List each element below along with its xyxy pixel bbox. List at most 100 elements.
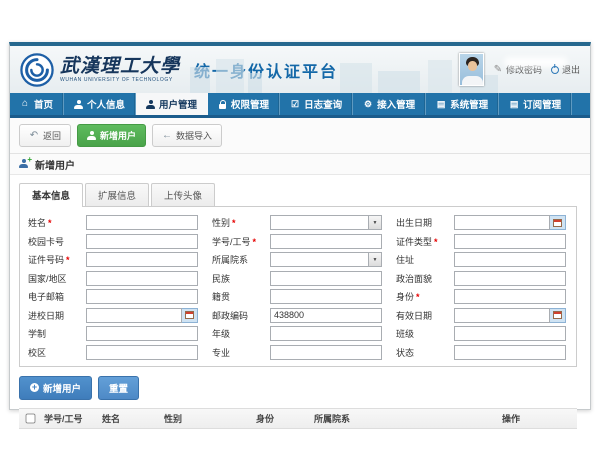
nav-tab[interactable]: 接入管理 (353, 93, 426, 115)
field-input[interactable] (86, 326, 198, 341)
field-input[interactable] (86, 234, 198, 249)
field-label: 身份* (396, 290, 454, 303)
add-user-submit-button[interactable]: 新增用户 (19, 376, 92, 400)
field-input[interactable] (270, 326, 382, 341)
field-input[interactable] (270, 345, 382, 360)
form-field: 邮政编码 (212, 308, 384, 323)
field-input[interactable] (270, 234, 382, 249)
calendar-button[interactable] (550, 215, 566, 230)
book-icon (436, 99, 446, 109)
university-name-en: WUHAN UNIVERSITY OF TECHNOLOGY (60, 78, 180, 83)
field-input[interactable] (454, 326, 566, 341)
nav-tab[interactable]: 个人信息 (64, 93, 136, 115)
back-button[interactable]: 返回 (19, 124, 71, 147)
university-name-block: 武漢理工大學 WUHAN UNIVERSITY OF TECHNOLOGY (60, 57, 180, 83)
university-name-cn: 武漢理工大學 (60, 57, 180, 76)
calendar-button[interactable] (550, 308, 566, 323)
nav-tab[interactable]: 日志查询 (280, 93, 353, 115)
new-user-toolbar-button[interactable]: 新增用户 (77, 124, 146, 147)
page-background: 武漢理工大學 WUHAN UNIVERSITY OF TECHNOLOGY 统一… (0, 0, 600, 450)
field-label: 校区 (28, 346, 86, 359)
field-input[interactable] (270, 271, 382, 286)
nav-tab[interactable]: 用户管理 (136, 93, 208, 115)
user-avatar (459, 53, 484, 86)
dropdown-arrow-icon[interactable] (369, 252, 382, 267)
form-field: 校区 (28, 345, 200, 360)
basic-info-form: 姓名* (28, 215, 568, 360)
field-input[interactable] (86, 345, 198, 360)
panel-title-bar: 新增用户 (10, 154, 590, 175)
field-input[interactable] (86, 289, 198, 304)
field-label: 学制 (28, 327, 86, 340)
nav-tab[interactable]: 权限管理 (208, 93, 280, 115)
form-actions: 新增用户 重置 (19, 376, 581, 400)
field-input[interactable] (454, 308, 550, 323)
required-marker: * (232, 218, 236, 228)
field-label: 电子邮箱 (28, 290, 86, 303)
field-input[interactable] (86, 271, 198, 286)
field-input[interactable] (454, 271, 566, 286)
nav-tab[interactable]: 订阅管理 (499, 93, 572, 115)
calendar-icon (185, 311, 194, 319)
form-tab[interactable]: 基本信息 (19, 183, 83, 207)
field-label: 有效日期 (396, 309, 454, 322)
form-field: 电子邮箱 (28, 289, 200, 304)
table-column-header: 姓名 (99, 412, 161, 425)
field-label: 民族 (212, 272, 270, 285)
form-tab[interactable]: 上传头像 (151, 183, 215, 206)
nav-tab[interactable]: 系统管理 (426, 93, 499, 115)
field-label: 状态 (396, 346, 454, 359)
form-field: 有效日期 (396, 308, 568, 323)
results-table-header: 学号/工号 姓名 性别 身份 所属院系 操作 (19, 408, 577, 429)
gear-icon (363, 99, 373, 109)
form-field: 籍贯 (212, 289, 384, 304)
form-field: 性别* (212, 215, 384, 230)
field-input[interactable] (86, 252, 198, 267)
reset-button[interactable]: 重置 (98, 376, 139, 400)
form-field: 证件类型* (396, 234, 568, 249)
field-label: 籍贯 (212, 290, 270, 303)
field-input[interactable] (454, 252, 566, 267)
field-label: 专业 (212, 346, 270, 359)
field-input[interactable] (454, 289, 566, 304)
form-field: 证件号码* (28, 252, 200, 267)
field-label: 班级 (396, 327, 454, 340)
form-field: 政治面貌 (396, 271, 568, 286)
field-label: 政治面貌 (396, 272, 454, 285)
required-marker: * (66, 255, 70, 265)
field-input[interactable] (86, 215, 198, 230)
form-tabs: 基本信息 扩展信息 上传头像 (19, 183, 581, 206)
field-input[interactable] (86, 308, 182, 323)
person-icon (74, 100, 83, 109)
field-input[interactable] (270, 252, 369, 267)
form-field: 进校日期 (28, 308, 200, 323)
select-all-checkbox[interactable] (25, 413, 35, 423)
nav-tab[interactable]: 首页 (10, 93, 64, 115)
header-user-area: 修改密码 退出 (459, 53, 580, 86)
basic-info-tab-content: 姓名* (19, 206, 577, 367)
log-icon (290, 99, 300, 109)
form-field: 住址 (396, 252, 568, 267)
data-import-button[interactable]: 数据导入 (152, 124, 222, 147)
field-input[interactable] (454, 215, 550, 230)
field-label: 出生日期 (396, 216, 454, 229)
form-field: 身份* (396, 289, 568, 304)
field-label: 校园卡号 (28, 235, 86, 248)
form-tab[interactable]: 扩展信息 (85, 183, 149, 206)
field-input[interactable] (270, 308, 382, 323)
person-icon (146, 100, 155, 109)
required-marker: * (416, 292, 420, 302)
form-field: 民族 (212, 271, 384, 286)
main-nav: 首页 个人信息 用户管理 权限管理 (10, 93, 590, 118)
redacted-username-smudge (504, 57, 568, 67)
field-input[interactable] (454, 234, 566, 249)
add-user-icon (19, 159, 30, 169)
field-input[interactable] (454, 345, 566, 360)
toolbar: 返回 新增用户 数据导入 (10, 118, 590, 154)
dropdown-arrow-icon[interactable] (369, 215, 382, 230)
calendar-button[interactable] (182, 308, 198, 323)
field-label: 学号/工号* (212, 235, 270, 248)
form-field: 班级 (396, 326, 568, 341)
field-input[interactable] (270, 215, 369, 230)
field-input[interactable] (270, 289, 382, 304)
